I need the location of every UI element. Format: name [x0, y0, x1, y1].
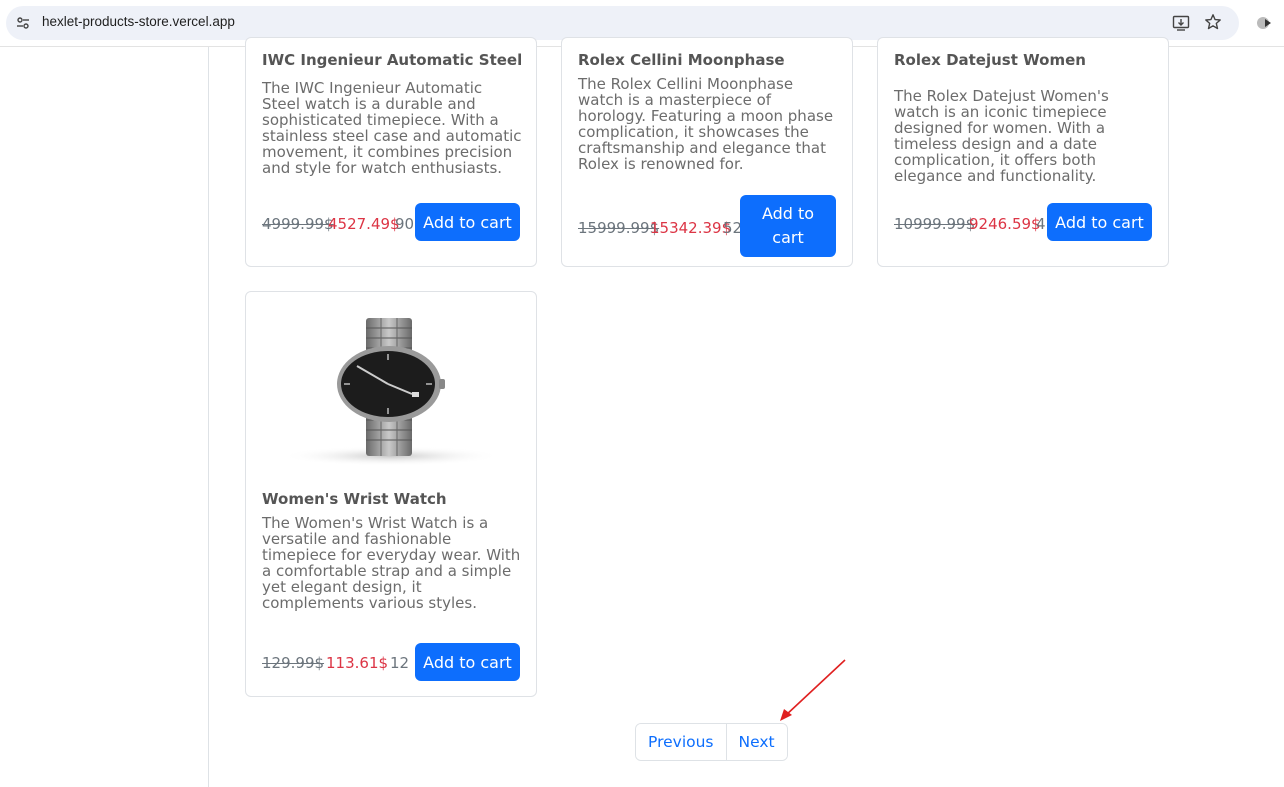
stock-count: 4 [1036, 215, 1046, 233]
address-bar[interactable]: hexlet-products-store.vercel.app [6, 6, 1239, 40]
product-title: IWC Ingenieur Automatic Steel [262, 51, 523, 69]
install-app-icon[interactable] [1172, 14, 1190, 32]
sale-price: 113.61$ [326, 654, 389, 672]
stock-count: 90 [395, 215, 415, 233]
sidebar-divider [208, 47, 209, 787]
pagination: Previous Next [635, 723, 788, 761]
old-price: 129.99$ [262, 654, 325, 672]
product-card: Rolex Datejust Women The Rolex Datejust … [877, 37, 1169, 267]
old-price: 4999.99$ [262, 215, 334, 233]
product-title: Women's Wrist Watch [262, 490, 447, 508]
bookmark-star-icon[interactable] [1204, 13, 1222, 31]
site-info-icon[interactable] [15, 15, 31, 31]
old-price: 15999.99$ [578, 219, 660, 237]
stock-count: 12 [390, 654, 410, 672]
product-description: The Rolex Cellini Moonphase watch is a m… [578, 75, 834, 173]
sale-price: 4527.49$ [328, 215, 400, 233]
product-card: IWC Ingenieur Automatic Steel The IWC In… [245, 37, 537, 267]
sale-price: 15342.39$ [650, 219, 732, 237]
product-title: Rolex Cellini Moonphase [578, 51, 785, 69]
sale-price: 9246.59$ [969, 215, 1041, 233]
watch-image [281, 318, 501, 466]
add-to-cart-button[interactable]: Add to cart [740, 195, 836, 257]
annotation-arrow-icon [780, 659, 846, 721]
old-price: 10999.99$ [894, 215, 976, 233]
add-to-cart-button[interactable]: Add to cart [415, 643, 520, 681]
product-card: Rolex Cellini Moonphase The Rolex Cellin… [561, 37, 853, 267]
product-description: The Rolex Datejust Women's watch is an i… [894, 87, 1109, 185]
previous-page-link[interactable]: Previous [636, 724, 726, 760]
product-card: Women's Wrist Watch The Women's Wrist Wa… [245, 291, 537, 697]
product-description: The IWC Ingenieur Automatic Steel watch … [262, 79, 522, 177]
add-to-cart-button[interactable]: Add to cart [1047, 203, 1152, 241]
product-description: The Women's Wrist Watch is a versatile a… [262, 514, 521, 612]
next-page-link[interactable]: Next [725, 724, 787, 760]
add-to-cart-button[interactable]: Add to cart [415, 203, 520, 241]
media-control-icon[interactable] [1256, 15, 1272, 31]
page-content: IWC Ingenieur Automatic Steel The IWC In… [0, 37, 1284, 787]
url-text[interactable]: hexlet-products-store.vercel.app [42, 14, 235, 29]
product-title: Rolex Datejust Women [894, 51, 1086, 69]
